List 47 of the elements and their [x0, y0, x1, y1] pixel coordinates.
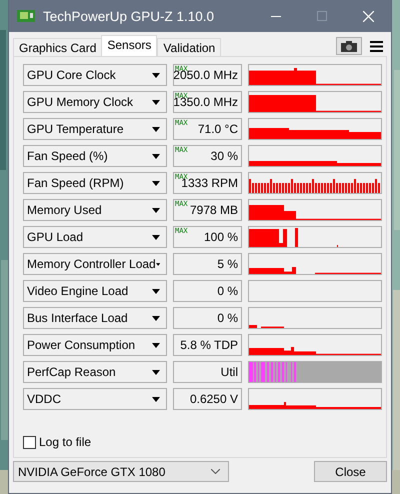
close-button[interactable]: Close: [314, 461, 387, 482]
menu-icon[interactable]: [370, 41, 383, 52]
checkbox[interactable]: [23, 436, 36, 448]
caret-icon: [152, 396, 160, 402]
maximize-icon: [317, 11, 327, 21]
caret-icon: [152, 154, 160, 158]
caret-icon: [152, 100, 160, 104]
sensor-dropdown[interactable]: Fan Speed (%): [23, 145, 167, 167]
tab[interactable]: Graphics Card: [13, 38, 102, 56]
sensor-value: Util: [173, 361, 242, 383]
sensor-dropdown[interactable]: PerfCap Reason: [23, 361, 167, 383]
sensor-value: 0.6250 V: [173, 388, 242, 410]
window-title: TechPowerUp GPU-Z 1.10.0: [43, 8, 216, 24]
sensor-dropdown[interactable]: Video Engine Load: [23, 280, 167, 302]
sensor-value: 5 %: [173, 253, 242, 275]
checkbox-label: Log to file: [39, 435, 92, 449]
tab[interactable]: Sensors: [101, 35, 158, 56]
sensor-dropdown[interactable]: Memory Controller Load: [23, 253, 167, 275]
sensor-dropdown[interactable]: VDDC: [23, 388, 167, 410]
graphics-card-icon: [17, 9, 35, 23]
sensor-dropdown[interactable]: Memory Used: [23, 199, 167, 221]
sensor-dropdown[interactable]: GPU Memory Clock: [23, 91, 167, 113]
sensor-dropdown[interactable]: GPU Core Clock: [23, 64, 167, 86]
caret-icon: [152, 208, 160, 212]
tab[interactable]: Validation: [157, 38, 222, 56]
caret-icon: [152, 72, 160, 78]
screenshot-button[interactable]: [336, 37, 362, 55]
sensor-dropdown[interactable]: GPU Temperature: [23, 118, 167, 140]
sensor-value: 5.8 % TDP: [173, 334, 242, 356]
caret-icon: [152, 316, 160, 320]
close-icon: [362, 10, 374, 22]
camera-icon: [341, 40, 357, 52]
caret-icon: [152, 126, 160, 132]
sensor-value: 0 %: [173, 307, 242, 329]
sensor-value: 0 %: [173, 280, 242, 302]
caret-icon: [156, 262, 160, 266]
sensor-dropdown[interactable]: GPU Load: [23, 226, 167, 248]
device-dropdown[interactable]: NVIDIA GeForce GTX 1080: [13, 461, 229, 482]
caret-icon: [152, 180, 160, 186]
caret-icon: [152, 342, 160, 348]
sensor-dropdown[interactable]: Fan Speed (RPM): [23, 172, 167, 194]
sensor-dropdown[interactable]: Power Consumption: [23, 334, 167, 356]
sensor-dropdown[interactable]: Bus Interface Load: [23, 307, 167, 329]
caret-icon: [152, 370, 160, 374]
chevron-icon: [211, 469, 220, 474]
caret-icon: [152, 288, 160, 294]
caret-icon: [152, 234, 160, 240]
